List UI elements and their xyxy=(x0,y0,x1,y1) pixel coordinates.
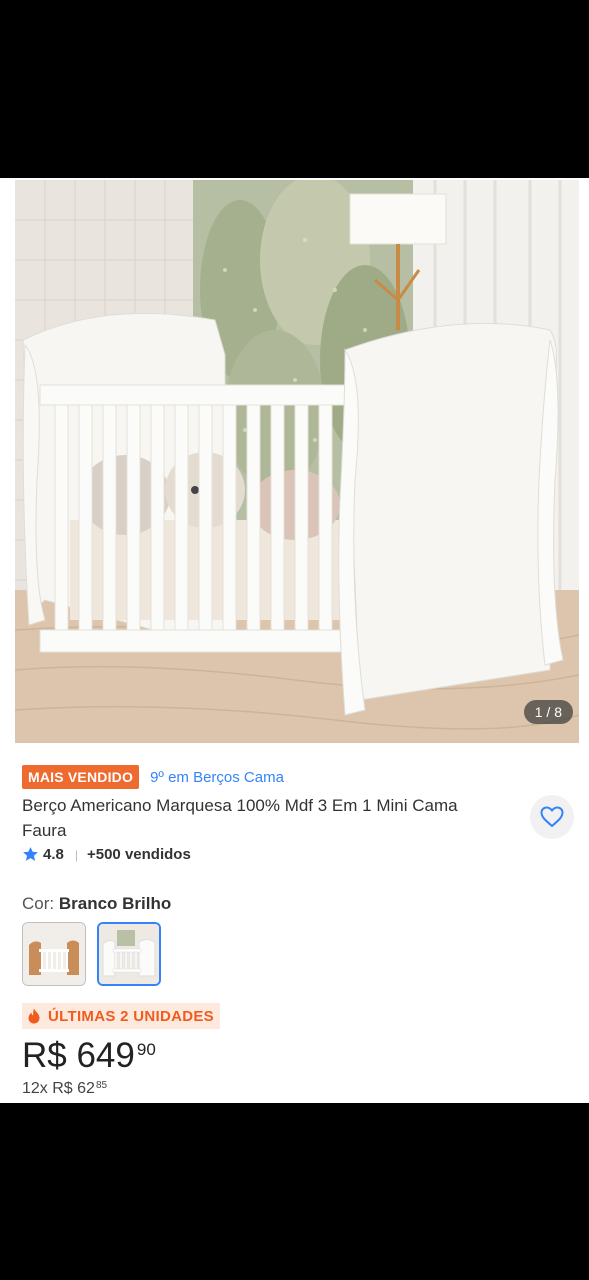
price-cents: 90 xyxy=(136,1040,156,1059)
crib-thumbnail xyxy=(99,924,159,984)
sold-count: +500 vendidos xyxy=(86,846,191,863)
rating-value: 4.8 xyxy=(43,846,64,863)
rating-separator: | xyxy=(74,847,78,862)
favorite-button[interactable] xyxy=(530,795,574,839)
category-ranking-link[interactable]: 9º em Berços Cama xyxy=(150,769,284,786)
crib-thumbnail xyxy=(23,923,85,985)
badge-row: MAIS VENDIDO 9º em Berços Cama xyxy=(22,765,284,789)
stock-warning-text: ÚLTIMAS 2 UNIDADES xyxy=(48,1007,214,1025)
best-seller-badge: MAIS VENDIDO xyxy=(22,765,140,789)
installments-cents: 85 xyxy=(95,1080,108,1091)
star-icon xyxy=(23,847,38,861)
price-main: R$ 649 xyxy=(22,1036,135,1075)
color-label: Cor: xyxy=(22,894,55,913)
navigation-bar-area xyxy=(0,1103,589,1280)
product-image xyxy=(15,180,579,743)
color-option-natural[interactable] xyxy=(22,922,86,986)
heart-outline-icon xyxy=(540,806,564,827)
installments: 12x R$ 62 85 xyxy=(22,1080,107,1098)
flame-icon xyxy=(28,1008,40,1024)
color-selected-value: Branco Brilho xyxy=(58,894,172,913)
rating-row[interactable]: 4.8 | +500 vendidos xyxy=(22,846,191,863)
product-image-gallery[interactable]: 1 / 8 xyxy=(15,180,579,743)
product-title: Berço Americano Marquesa 100% Mdf 3 Em 1… xyxy=(22,796,458,840)
image-counter: 1 / 8 xyxy=(523,700,573,724)
stock-warning: ÚLTIMAS 2 UNIDADES xyxy=(22,1003,220,1029)
color-option-branco-brilho[interactable] xyxy=(97,922,161,986)
status-bar-area xyxy=(0,0,589,178)
price: R$ 649 90 xyxy=(22,1036,156,1076)
installments-main: 12x R$ 62 xyxy=(22,1080,95,1097)
product-page: 1 / 8 MAIS VENDIDO 9º em Berços Cama Ber… xyxy=(0,178,589,1103)
color-selector-label: Cor: Branco Brilho xyxy=(22,894,171,914)
